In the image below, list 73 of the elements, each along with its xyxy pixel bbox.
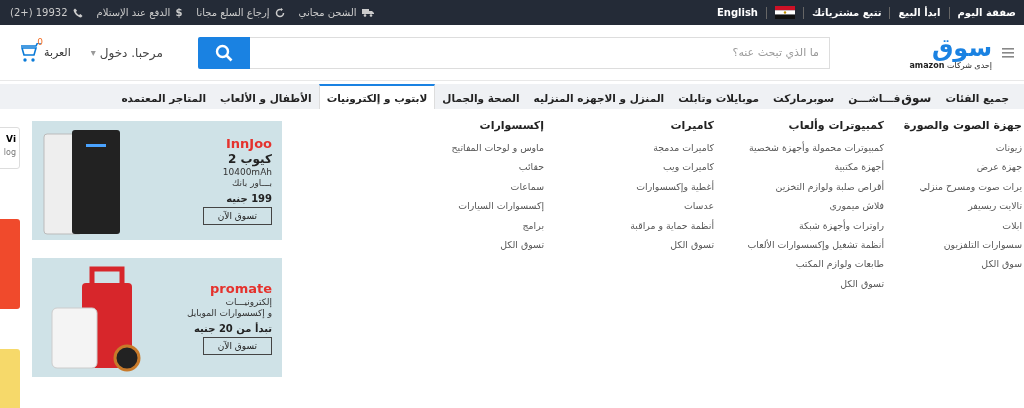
category-tab[interactable]: لابتوب و إلكترونيات xyxy=(318,84,436,109)
side-card-text: log xyxy=(3,148,16,157)
menu-link[interactable]: راوترات وأجهزة شبكة xyxy=(798,215,884,236)
account-menu[interactable]: ▾ مرحبا. دخول xyxy=(90,45,163,60)
category-tab[interactable]: جميع الفئات xyxy=(938,84,1016,109)
menu-heading[interactable]: جهزة الصوت والصورة xyxy=(903,119,1022,132)
menu-link[interactable]: أنظمة حماية و مراقبة xyxy=(630,215,714,236)
brand-logo: promate xyxy=(210,280,272,296)
phone-icon xyxy=(72,7,83,18)
menu-link[interactable]: كمبيوترات محمولة وأجهزة شخصية xyxy=(749,138,884,158)
menu-link[interactable]: أجهزة مكتبية xyxy=(834,157,884,177)
top-bar-link[interactable]: الشحن مجاني xyxy=(298,7,357,18)
top-bar-link[interactable]: صفقة اليوم xyxy=(957,7,1016,18)
top-bar-link[interactable]: تتبع مشترياتك xyxy=(812,7,882,18)
search-field[interactable]: ما الذي تبحث عنه؟ xyxy=(250,36,830,69)
banner-price: تبدأ من 20 جنيه xyxy=(193,322,272,334)
search-icon xyxy=(215,43,233,62)
menu-link[interactable]: كاميرات ويب xyxy=(662,157,714,177)
dollar-icon: $ xyxy=(175,7,183,18)
menu-link[interactable]: ماوس و لوحات المفاتيح xyxy=(451,138,544,158)
menu-link[interactable]: تسوق الكل xyxy=(500,235,544,255)
banner-text: إلكترونيـــات xyxy=(225,296,272,307)
menu-link[interactable]: أغطية وإكسسوارات xyxy=(636,176,714,197)
menu-link[interactable]: ابلات xyxy=(1002,215,1022,236)
category-tab[interactable]: المتاجر المعتمده xyxy=(114,84,214,109)
category-tab[interactable]: سوقفـــاشـــن xyxy=(841,84,939,109)
banner-text: 10400mAh xyxy=(222,167,272,177)
menu-link[interactable]: سوق الكل xyxy=(981,254,1022,274)
refresh-icon xyxy=(274,7,285,18)
category-tab[interactable]: موبايلات وتابلت xyxy=(671,84,767,109)
category-tab[interactable]: المنزل و الاجهزه المنزليه xyxy=(526,84,672,109)
menu-link[interactable]: أنظمة تشغيل وإكسسوارات الألعاب xyxy=(747,235,884,255)
menu-heading[interactable]: كاميرات xyxy=(670,119,714,132)
language-link[interactable]: English xyxy=(716,7,758,18)
banner-price: 199 جنيه xyxy=(226,193,272,204)
menu-link[interactable]: سسوارات التلفزيون xyxy=(943,235,1022,255)
flag-icon[interactable] xyxy=(775,6,795,19)
top-bar-link[interactable]: ابدأ البيع xyxy=(898,7,941,18)
shop-now-button[interactable]: تسوق الآن xyxy=(202,336,272,355)
menu-link[interactable]: تسوق الكل xyxy=(670,235,714,255)
truck-icon xyxy=(361,8,374,17)
search-button[interactable] xyxy=(198,36,250,69)
menu-link[interactable]: تالايت ريسيفر xyxy=(968,196,1022,216)
brand-logo: InnJoo xyxy=(225,136,272,151)
menu-icon[interactable] xyxy=(1002,47,1014,58)
menu-link[interactable]: يرات صوت ومسرح منزلي xyxy=(919,176,1022,197)
cart-count: 0 xyxy=(37,36,43,47)
top-bar-link[interactable]: إرجاع السلع مجانا xyxy=(196,7,270,18)
category-tab[interactable]: الصحة والجمال xyxy=(435,84,527,109)
menu-heading[interactable]: كمبيوترات وألعاب xyxy=(788,119,884,132)
category-tab[interactable]: الأطفال و الألعاب xyxy=(213,84,319,109)
shop-now-button[interactable]: تسوق الآن xyxy=(202,207,272,225)
banner-text: كيوب 2 xyxy=(228,152,272,166)
side-card-title: Vi xyxy=(6,134,16,144)
menu-link[interactable]: عدسات xyxy=(683,196,714,216)
menu-link[interactable]: حقائب xyxy=(518,157,544,177)
cart-link[interactable]: العربة xyxy=(44,46,71,59)
category-tab[interactable]: سوبرماركت xyxy=(766,84,842,109)
menu-link[interactable]: سماعات xyxy=(510,176,544,197)
menu-link[interactable]: زيونات xyxy=(995,138,1022,158)
menu-link[interactable]: طابعات ولوازم المكتب xyxy=(795,254,884,274)
top-bar-link[interactable]: 19932 (+2) xyxy=(10,7,68,18)
menu-link[interactable]: إكسسوارات السيارات xyxy=(458,196,544,216)
banner-text: و إكسسوارات الموبايل xyxy=(186,307,272,318)
menu-link[interactable]: أقراص صلبة ولوازم التخزين xyxy=(775,176,884,197)
menu-link[interactable]: كاميرات مدمجة xyxy=(653,138,714,158)
top-bar-link[interactable]: الدفع عند الإستلام xyxy=(96,7,171,18)
menu-link[interactable]: فلاش ميموري xyxy=(829,196,884,216)
menu-heading[interactable]: إكسسوارات xyxy=(479,119,544,132)
banner-text: بـــاور بانك xyxy=(231,178,272,188)
menu-link[interactable]: تسوق الكل xyxy=(840,273,884,294)
menu-link[interactable]: برامج xyxy=(522,215,544,236)
menu-link[interactable]: جهزة عرض xyxy=(976,157,1022,177)
